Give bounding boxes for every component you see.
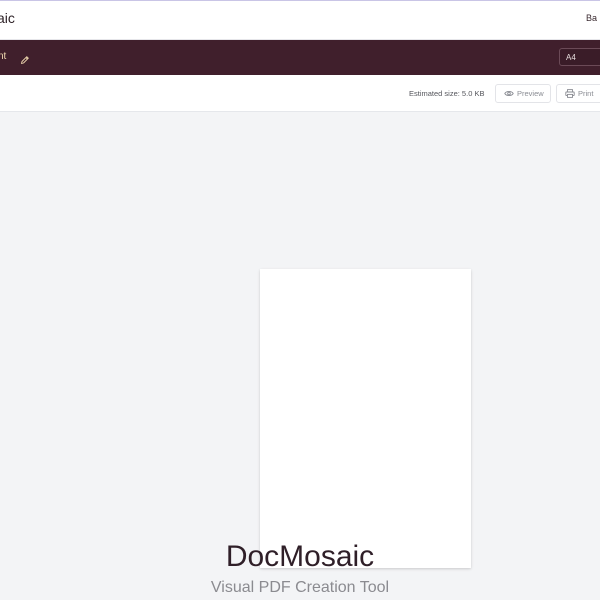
printer-icon — [565, 89, 575, 98]
app-title: aic — [0, 10, 15, 26]
document-bar: nt — [0, 40, 600, 75]
estimated-size-label: Estimated size: 5.0 KB — [409, 89, 485, 98]
print-button[interactable]: Print — [556, 84, 600, 103]
pencil-icon[interactable] — [20, 52, 30, 64]
document-title[interactable]: nt — [0, 51, 6, 62]
print-label: Print — [578, 89, 594, 98]
eye-icon — [504, 91, 514, 96]
back-link[interactable]: Ba — [586, 13, 597, 23]
brand-name: DocMosaic — [225, 540, 375, 573]
brand-tagline: Visual PDF Creation Tool — [210, 579, 390, 596]
preview-label: Preview — [517, 89, 544, 98]
paper-size-select[interactable]: A4 — [559, 48, 600, 66]
top-header: aic Ba — [0, 0, 600, 40]
preview-button[interactable]: Preview — [495, 84, 551, 103]
document-page[interactable] — [260, 269, 471, 568]
